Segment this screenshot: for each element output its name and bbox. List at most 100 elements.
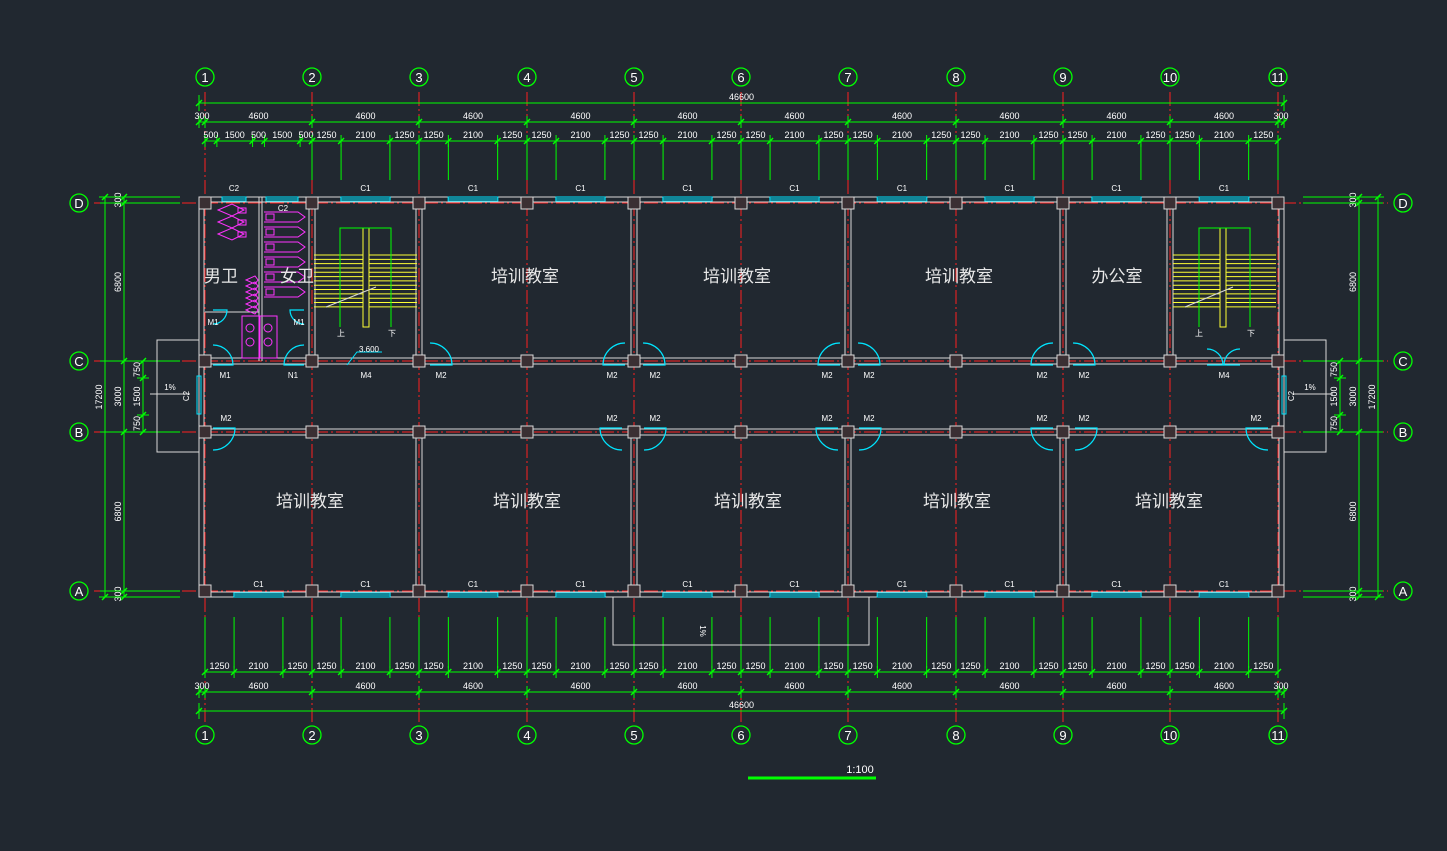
dim-bottom-windows-label-16: 2100: [784, 661, 804, 671]
column-3-0: [412, 196, 426, 210]
dim-top-overall-label-0: 46600: [729, 92, 754, 102]
column-2-2: [305, 425, 319, 439]
column-3-2: [412, 425, 426, 439]
dim-bottom-windows-label-17: 1250: [823, 661, 843, 671]
stair-west-path: [339, 227, 392, 327]
dim-top-windows-label-8: 1250: [609, 130, 629, 140]
door-toilet-men: [212, 344, 234, 366]
dim-top-toilet-label-0: 500: [203, 130, 218, 140]
room-south-training-4: 培训教室: [923, 492, 991, 512]
slope-mark-south: 1%: [698, 625, 707, 637]
column-4-2: [520, 425, 534, 439]
dim-right-axes-label-1: 6800: [1348, 272, 1358, 292]
axis-label-col-6: 6: [737, 70, 744, 85]
dim-top-bays-label-8: 4600: [999, 111, 1019, 121]
west-entry-box: [156, 339, 200, 453]
dim-bottom-windows-label-23: 1250: [1038, 661, 1058, 671]
toilet-pan-women-4: [265, 273, 275, 281]
dim-bottom-windows-label-22: 2100: [999, 661, 1019, 671]
axis-label-col-5: 5: [630, 728, 637, 743]
dim-top-windows-label-0: 1250: [317, 130, 337, 140]
dim-bottom-windows-label-9: 1250: [532, 661, 552, 671]
door-tag-5: M2: [649, 371, 661, 380]
dimension-lines: 46600 300 4600 4600 4600 4600 4600 4600 4600 4600…: [94, 92, 1384, 719]
dim-bottom-windows-label-2: 1250: [287, 661, 307, 671]
dim-top-windows-label-12: 1250: [746, 130, 766, 140]
door-tag-19: M1: [207, 318, 219, 327]
dim-top-windows-label-14: 1250: [823, 130, 843, 140]
slope-mark-left: 1%: [164, 383, 176, 392]
dim-left-corridor-label-1: 1500: [132, 386, 142, 406]
door-tag-20: M1: [293, 318, 305, 327]
dim-right-axes-label-0: 300: [1348, 192, 1358, 207]
column-11-2: [1271, 425, 1285, 439]
washbasin-3: [263, 337, 273, 347]
room-south-training-3: 培训教室: [714, 492, 782, 512]
axis-label-row-D: D: [1398, 196, 1407, 211]
dim-top-windows-label-17: 1250: [931, 130, 951, 140]
axis-label-col-4: 4: [523, 728, 530, 743]
door-tag-0: M1: [219, 371, 231, 380]
dim-top-windows-label-1: 2100: [355, 130, 375, 140]
column-11-1: [1271, 354, 1285, 368]
column-4-1: [520, 354, 534, 368]
dim-left-total-label-0: 17200: [94, 384, 104, 409]
dim-bottom-windows-label-19: 2100: [892, 661, 912, 671]
window-north-4-tag: C1: [682, 184, 693, 193]
dim-bottom-bays-label-1: 4600: [248, 681, 268, 691]
dim-bottom-bays-label-6: 4600: [784, 681, 804, 691]
dim-top-bays-label-4: 4600: [570, 111, 590, 121]
door-north-5: [1030, 342, 1054, 366]
room-north-training-3: 培训教室: [925, 267, 993, 287]
door-stair-right-b: [1223, 348, 1241, 366]
axis-label-col-3: 3: [415, 70, 422, 85]
stair-east-path: [1198, 227, 1251, 327]
dim-bottom-bays-label-5: 4600: [677, 681, 697, 691]
axis-label-col-10: 10: [1163, 728, 1177, 743]
dim-bottom-bays-label-4: 4600: [570, 681, 590, 691]
column-1-0: [198, 196, 212, 210]
window-north-6-tag: C1: [897, 184, 908, 193]
dim-top-bays-label-5: 4600: [677, 111, 697, 121]
dim-bottom-bays-label-11: 300: [1273, 681, 1288, 691]
dim-bottom-bays-label-8: 4600: [999, 681, 1019, 691]
door-north-0: [429, 342, 453, 366]
column-7-1: [841, 354, 855, 368]
dim-bottom-windows-label-28: 2100: [1214, 661, 1234, 671]
door-tag-15: M2: [863, 414, 875, 423]
dim-left-axes-label-0: 300: [113, 192, 123, 207]
column-7-3: [841, 584, 855, 598]
window-south-9-tag: C1: [1219, 580, 1230, 589]
door-tag-16: M2: [1036, 414, 1048, 423]
axis-label-row-C: C: [1398, 354, 1407, 369]
window-south-0-tag: C1: [253, 580, 264, 589]
window-north-9-tag: C1: [1219, 184, 1230, 193]
dim-top-bays-label-7: 4600: [892, 111, 912, 121]
dim-top-windows-label-9: 1250: [639, 130, 659, 140]
axis-label-col-8: 8: [952, 70, 959, 85]
dim-top-windows-label-20: 1250: [1038, 130, 1058, 140]
door-south-6: [1074, 427, 1098, 451]
axis-label-col-10: 10: [1163, 70, 1177, 85]
column-4-3: [520, 584, 534, 598]
dim-top-bays-label-2: 4600: [355, 111, 375, 121]
slope-mark-right: 1%: [1304, 383, 1316, 392]
dim-top-windows-label-24: 1250: [1175, 130, 1195, 140]
dim-bottom-windows-label-29: 1250: [1253, 661, 1273, 671]
axis-label-col-8: 8: [952, 728, 959, 743]
door-tag-4: M2: [606, 371, 618, 380]
dim-bottom-windows-label-10: 2100: [570, 661, 590, 671]
dim-top-windows-label-13: 2100: [784, 130, 804, 140]
column-6-1: [734, 354, 748, 368]
room-mens-wc: 男卫: [204, 267, 238, 287]
column-6-0: [734, 196, 748, 210]
dim-top-toilet-label-3: 1500: [272, 130, 292, 140]
dim-bottom-windows-label-15: 1250: [746, 661, 766, 671]
room-office: 办公室: [1092, 267, 1143, 287]
room-north-training-2: 培训教室: [703, 267, 771, 287]
door-north-2: [642, 342, 666, 366]
dim-right-total-label-0: 17200: [1367, 384, 1377, 409]
axis-label-col-7: 7: [844, 70, 851, 85]
axis-label-col-9: 9: [1059, 728, 1066, 743]
dim-bottom-bays-label-9: 4600: [1106, 681, 1126, 691]
